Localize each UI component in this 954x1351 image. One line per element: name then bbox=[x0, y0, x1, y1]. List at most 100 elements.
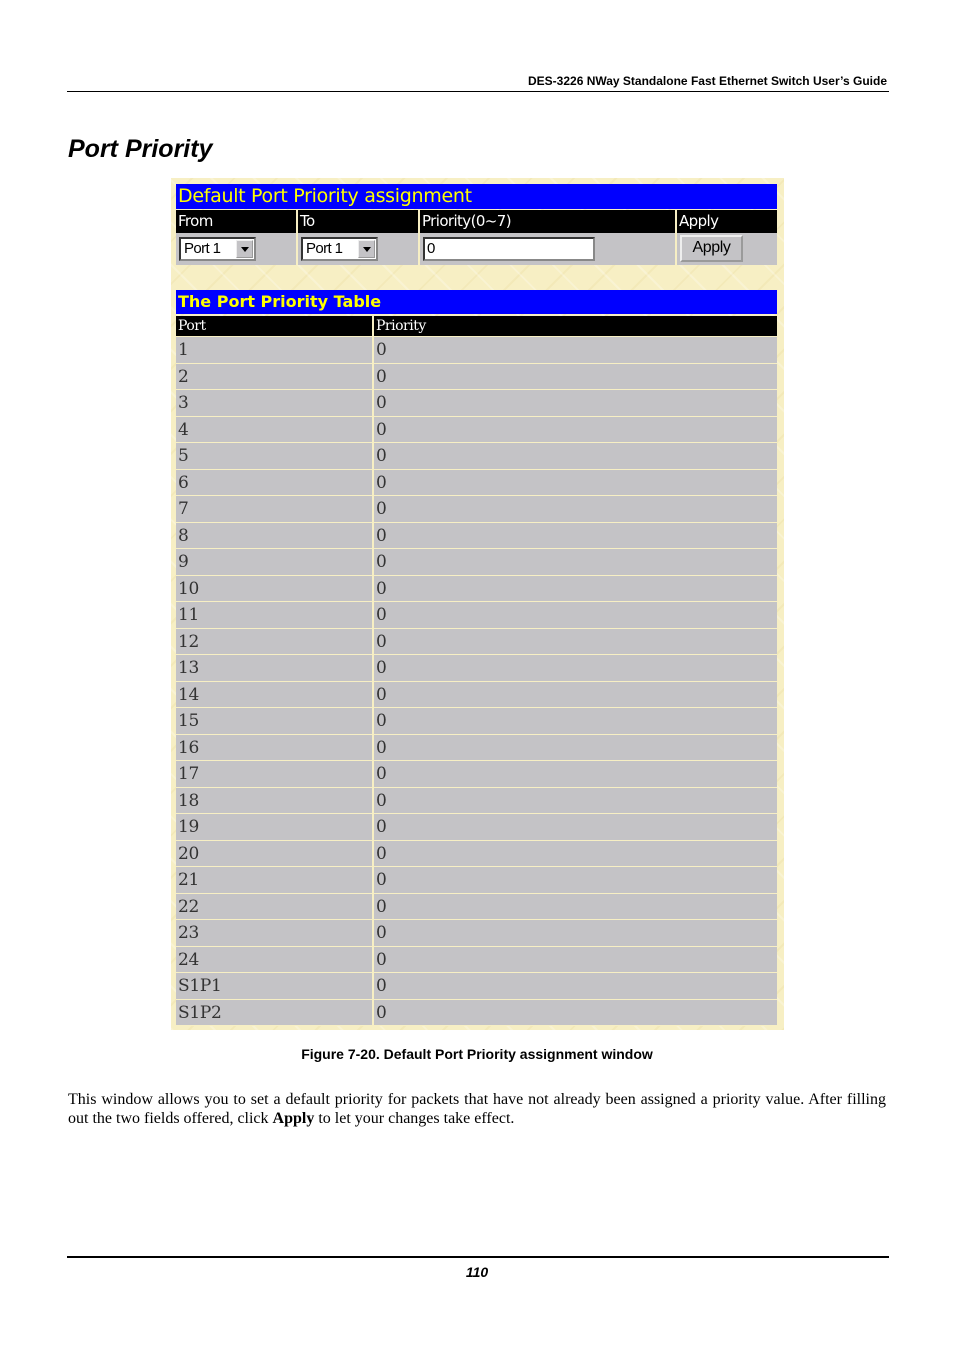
to-port-select[interactable]: Port 1 bbox=[301, 237, 378, 261]
priority-cell: 0 bbox=[374, 443, 777, 469]
priority-cell: 0 bbox=[374, 681, 777, 707]
port-cell: 10 bbox=[176, 575, 374, 601]
port-cell: 20 bbox=[176, 840, 374, 866]
apply-header: Apply bbox=[677, 210, 777, 233]
port-cell: 16 bbox=[176, 734, 374, 760]
to-header: To bbox=[298, 210, 420, 233]
table-row: 14 0 bbox=[176, 681, 777, 708]
table-row: 30 bbox=[176, 390, 777, 417]
table-row: 24 0 bbox=[176, 946, 777, 973]
port-cell: 12 bbox=[176, 628, 374, 654]
port-cell: 6 bbox=[176, 469, 374, 495]
priority-cell: 0 bbox=[374, 867, 777, 893]
table-row: 16 0 bbox=[176, 734, 777, 761]
port-cell: 4 bbox=[176, 416, 374, 442]
priority-cell: 0 bbox=[374, 893, 777, 919]
port-cell: 13 bbox=[176, 655, 374, 681]
priority-header: Priority(0~7) bbox=[420, 210, 677, 233]
footer-rule bbox=[67, 1256, 889, 1258]
to-port-value: Port 1 bbox=[306, 240, 343, 257]
body-paragraph: This window allows you to set a default … bbox=[68, 1090, 886, 1128]
priority-cell: 0 bbox=[374, 416, 777, 442]
port-cell: 5 bbox=[176, 443, 374, 469]
priority-cell: 0 bbox=[374, 814, 777, 840]
from-header: From bbox=[176, 210, 298, 233]
port-cell: 3 bbox=[176, 390, 374, 416]
table-row: 80 bbox=[176, 522, 777, 549]
table-row: 15 0 bbox=[176, 708, 777, 735]
priority-cell: 0 bbox=[374, 522, 777, 548]
table-row: 23 0 bbox=[176, 920, 777, 947]
table-row: 12 0 bbox=[176, 628, 777, 655]
priority-cell: 0 bbox=[374, 628, 777, 654]
running-header: DES-3226 NWay Standalone Fast Ethernet S… bbox=[528, 74, 887, 88]
port-cell: 22 bbox=[176, 893, 374, 919]
port-cell: 1 bbox=[176, 337, 374, 363]
priority-cell: 0 bbox=[374, 363, 777, 389]
apply-button[interactable]: Apply bbox=[680, 235, 743, 262]
priority-cell: 0 bbox=[374, 787, 777, 813]
table-header-row: Port Priority bbox=[176, 316, 777, 337]
table-row: 50 bbox=[176, 443, 777, 470]
port-cell: 21 bbox=[176, 867, 374, 893]
priority-column-header: Priority bbox=[374, 316, 777, 336]
port-cell: S1P1 bbox=[176, 973, 374, 999]
priority-cell: 0 bbox=[374, 655, 777, 681]
port-cell: 14 bbox=[176, 681, 374, 707]
port-cell: 9 bbox=[176, 549, 374, 575]
table-row: 21 0 bbox=[176, 867, 777, 894]
priority-cell: 0 bbox=[374, 946, 777, 972]
table-row: 13 0 bbox=[176, 655, 777, 682]
priority-cell: 0 bbox=[374, 575, 777, 601]
figure-caption: Figure 7-20. Default Port Priority assig… bbox=[301, 1046, 653, 1062]
table-row: 70 bbox=[176, 496, 777, 523]
table-row: 10 bbox=[176, 337, 777, 364]
priority-input[interactable]: 0 bbox=[423, 237, 595, 261]
priority-cell: 0 bbox=[374, 496, 777, 522]
table-row: S1P2 0 bbox=[176, 999, 777, 1026]
assignment-input-row: Port 1 Port 1 0 Apply bbox=[176, 233, 777, 265]
priority-cell: 0 bbox=[374, 734, 777, 760]
priority-cell: 0 bbox=[374, 999, 777, 1025]
assignment-header-row: From To Priority(0~7) Apply bbox=[176, 210, 777, 233]
priority-cell: 0 bbox=[374, 708, 777, 734]
port-cell: S1P2 bbox=[176, 999, 374, 1025]
priority-cell: 0 bbox=[374, 337, 777, 363]
table-row: 11 0 bbox=[176, 602, 777, 629]
table-row: 22 0 bbox=[176, 893, 777, 920]
port-cell: 8 bbox=[176, 522, 374, 548]
table-row: 18 0 bbox=[176, 787, 777, 814]
port-cell: 2 bbox=[176, 363, 374, 389]
table-row: 19 0 bbox=[176, 814, 777, 841]
assignment-title: Default Port Priority assignment bbox=[176, 184, 777, 209]
section-title: Port Priority bbox=[68, 135, 213, 163]
priority-cell: 0 bbox=[374, 602, 777, 628]
table-row: 10 0 bbox=[176, 575, 777, 602]
port-cell: 18 bbox=[176, 787, 374, 813]
figure-screenshot: Default Port Priority assignment From To… bbox=[171, 178, 784, 1030]
chevron-down-icon[interactable] bbox=[358, 240, 375, 258]
priority-cell: 0 bbox=[374, 840, 777, 866]
header-rule bbox=[67, 91, 889, 92]
table-row: S1P1 0 bbox=[176, 973, 777, 1000]
body-text-end: to let your changes take effect. bbox=[314, 1110, 515, 1127]
port-cell: 15 bbox=[176, 708, 374, 734]
port-priority-table: Port Priority 1 0 2 0 3 0 4 0 5 0 6 0 7 0 8 0 9 0 10 0 11 0 12… bbox=[176, 316, 777, 1026]
table-row: 60 bbox=[176, 469, 777, 496]
port-cell: 19 bbox=[176, 814, 374, 840]
priority-cell: 0 bbox=[374, 973, 777, 999]
port-cell: 11 bbox=[176, 602, 374, 628]
table-row: 20 0 bbox=[176, 840, 777, 867]
port-cell: 17 bbox=[176, 761, 374, 787]
priority-cell: 0 bbox=[374, 920, 777, 946]
priority-cell: 0 bbox=[374, 390, 777, 416]
priority-cell: 0 bbox=[374, 761, 777, 787]
priority-cell: 0 bbox=[374, 549, 777, 575]
chevron-down-icon[interactable] bbox=[236, 240, 253, 258]
from-port-value: Port 1 bbox=[184, 240, 221, 257]
port-cell: 7 bbox=[176, 496, 374, 522]
table-row: 40 bbox=[176, 416, 777, 443]
priority-cell: 0 bbox=[374, 469, 777, 495]
body-text-bold: Apply bbox=[272, 1110, 315, 1127]
from-port-select[interactable]: Port 1 bbox=[179, 237, 256, 261]
